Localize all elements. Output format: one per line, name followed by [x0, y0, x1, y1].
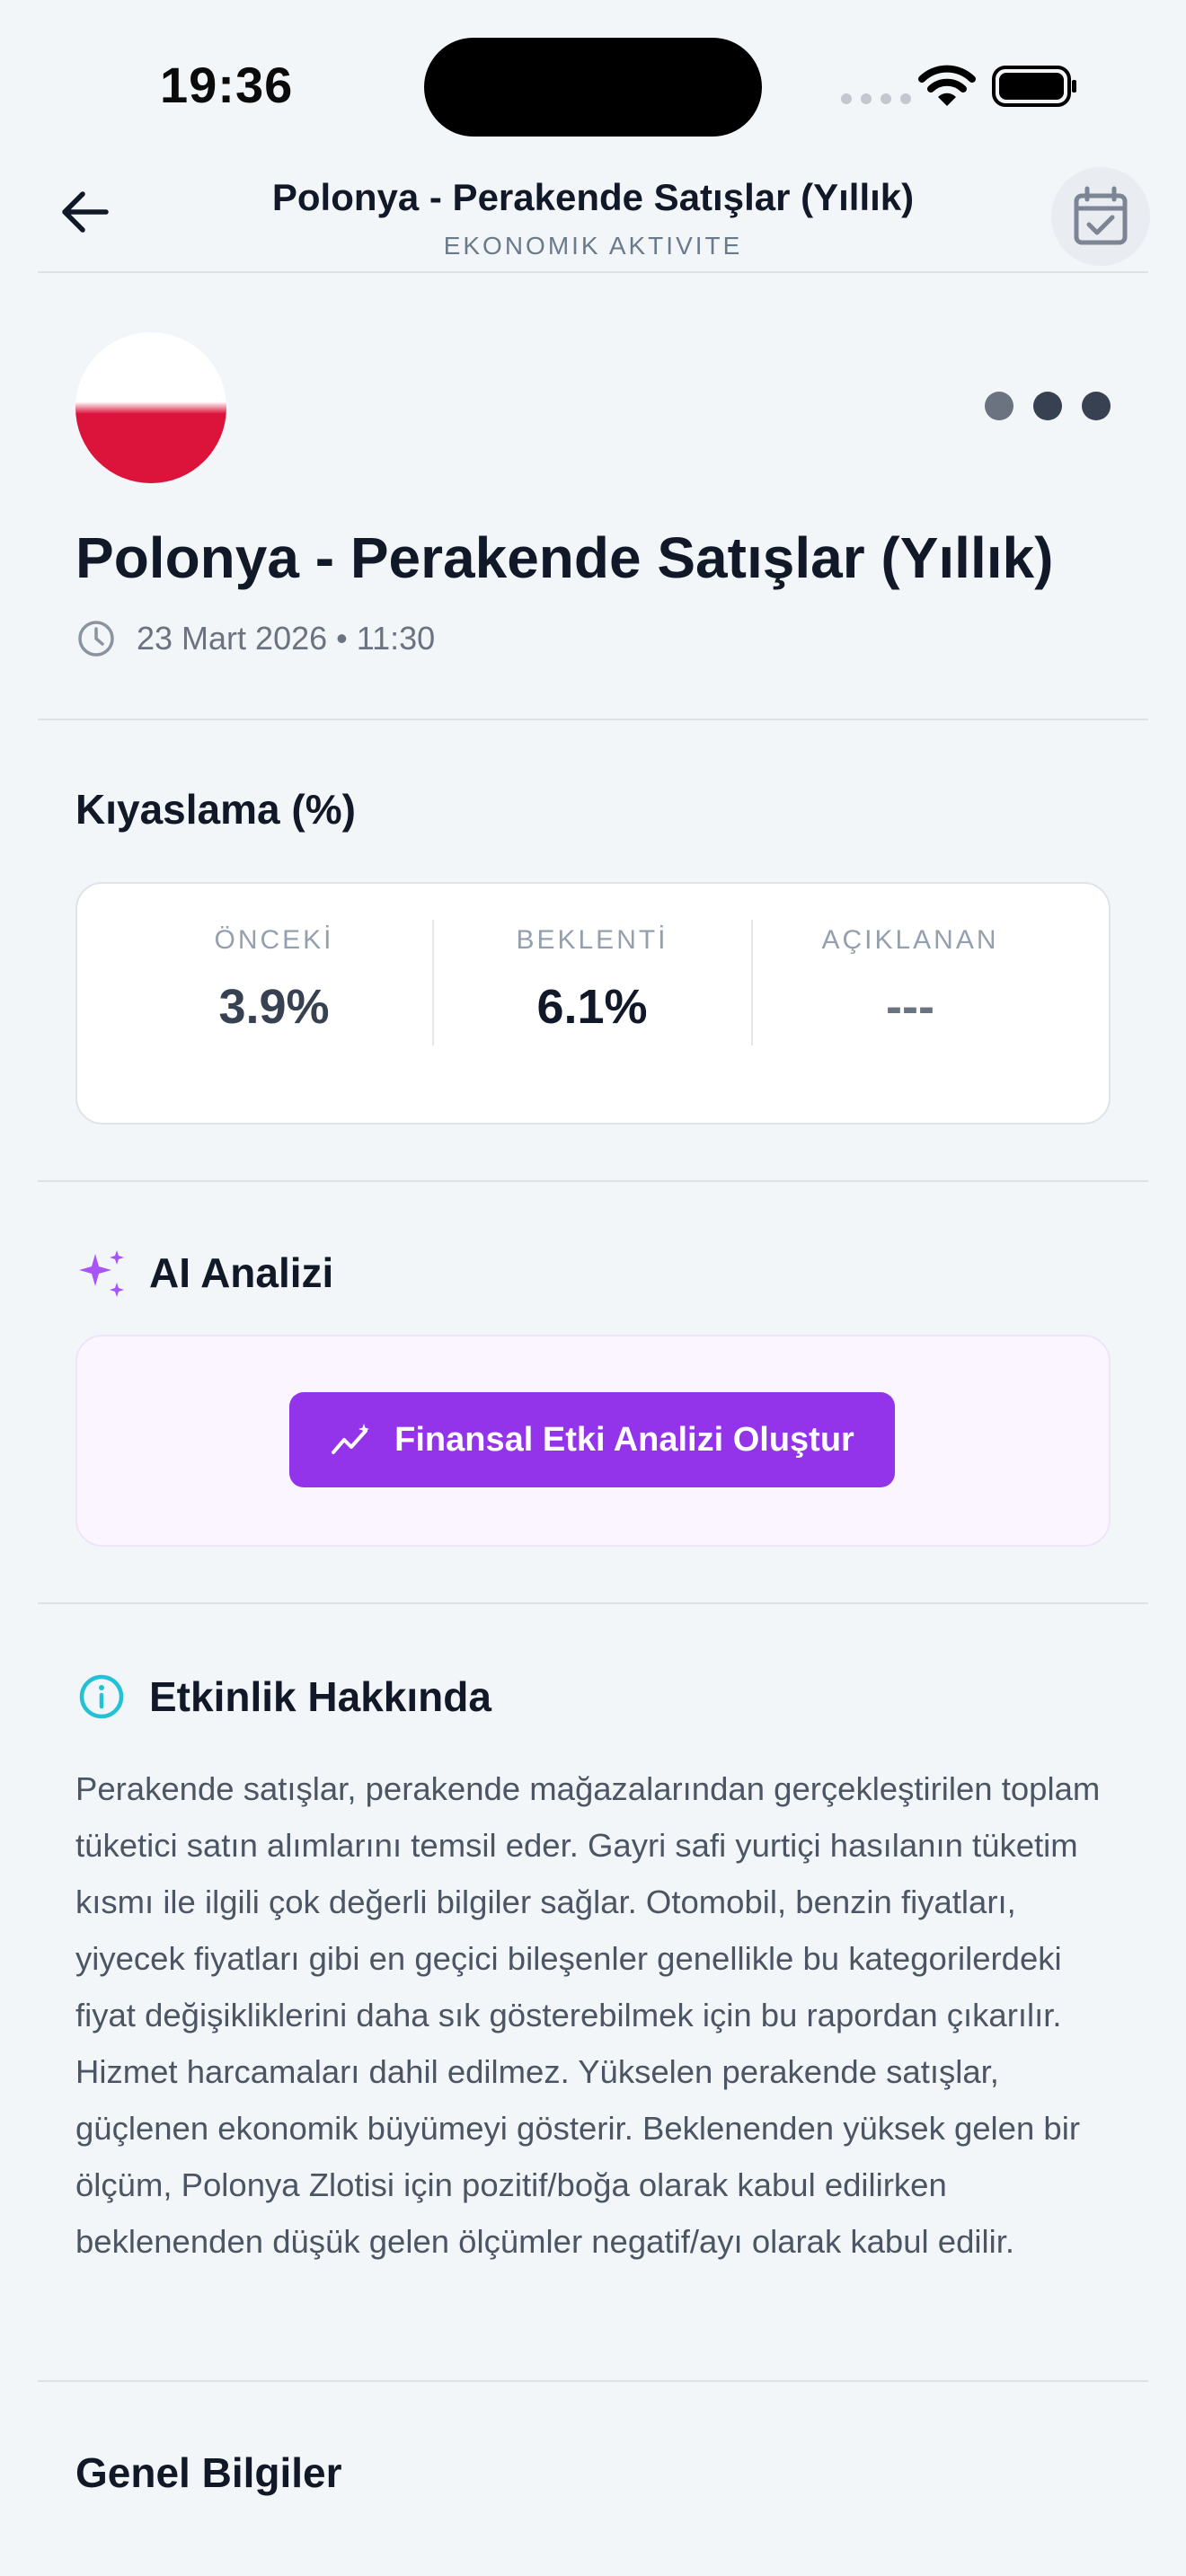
battery-icon — [992, 66, 1076, 107]
comparison-forecast: BEKLENTİ 6.1% — [444, 925, 740, 1035]
actual-value: --- — [886, 980, 934, 1034]
info-icon — [79, 1674, 124, 1719]
previous-value: 3.9% — [218, 980, 330, 1034]
header-category: EKONOMIK AKTIVITE — [443, 232, 743, 260]
about-description: Perakende satışlar, perakende mağazaları… — [75, 1770, 1101, 2260]
status-time: 19:36 — [160, 57, 294, 113]
clock-icon — [78, 621, 114, 657]
sparkles-icon — [79, 1250, 124, 1297]
wifi-icon — [918, 65, 976, 106]
event-title: Polonya - Perakende Satışlar (Yıllık) — [75, 525, 1054, 590]
section-divider — [38, 1180, 1148, 1182]
comparison-actual: AÇIKLANAN --- — [762, 925, 1058, 1035]
header-title: Polonya - Perakende Satışlar (Yıllık) — [271, 176, 915, 218]
calendar-check-button[interactable] — [1051, 167, 1150, 266]
header-divider — [38, 271, 1148, 273]
column-separator — [432, 920, 434, 1045]
poland-flag-icon — [75, 332, 226, 483]
section-divider — [38, 1602, 1148, 1604]
general-info-title: Genel Bilgiler — [75, 2449, 342, 2496]
comparison-title: Kıyaslama (%) — [75, 786, 356, 833]
importance-dot — [1033, 392, 1062, 420]
cellular-signal-icon — [841, 93, 911, 104]
calendar-check-icon — [1074, 186, 1128, 245]
generate-analysis-label: Finansal Etki Analizi Oluştur — [394, 1420, 854, 1459]
section-divider — [38, 719, 1148, 720]
importance-indicator — [985, 392, 1111, 420]
dynamic-island — [424, 38, 762, 137]
comparison-previous: ÖNCEKİ 3.9% — [126, 925, 422, 1035]
generate-analysis-button[interactable]: Finansal Etki Analizi Oluştur — [289, 1392, 895, 1487]
previous-label: ÖNCEKİ — [214, 925, 334, 955]
about-title: Etkinlik Hakkında — [149, 1673, 491, 1720]
actual-label: AÇIKLANAN — [821, 925, 999, 955]
ai-analysis-title: AI Analizi — [149, 1249, 334, 1296]
event-date: 23 Mart 2026 • 11:30 — [137, 620, 436, 657]
forecast-label: BEKLENTİ — [516, 925, 668, 955]
importance-dot — [985, 392, 1013, 420]
column-separator — [751, 920, 753, 1045]
forecast-value: 6.1% — [536, 980, 648, 1034]
importance-dot — [1082, 392, 1111, 420]
section-divider — [38, 2380, 1148, 2382]
trend-sparkle-icon — [332, 1424, 370, 1454]
